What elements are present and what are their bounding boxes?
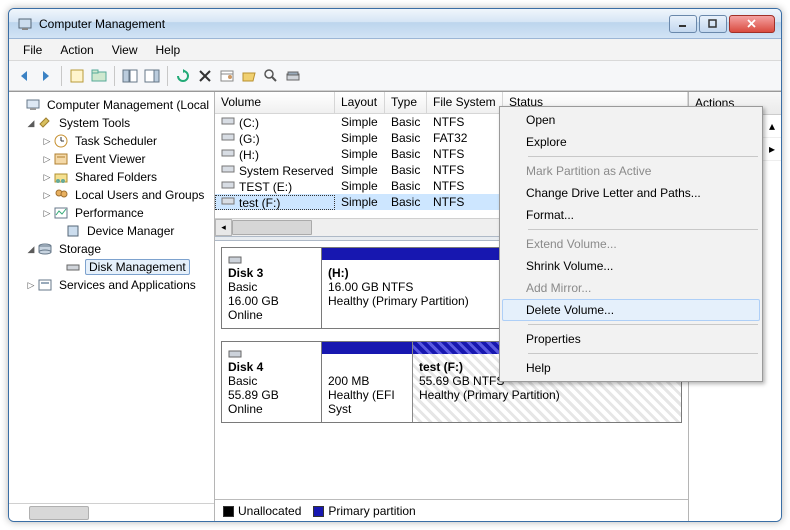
menubar: File Action View Help (9, 39, 781, 61)
tools-icon (37, 115, 53, 131)
maximize-button[interactable] (699, 15, 727, 33)
show-hide-actions-icon[interactable] (143, 67, 161, 85)
forward-icon[interactable] (37, 67, 55, 85)
drive-icon (221, 179, 235, 191)
expand-icon[interactable]: ▷ (25, 280, 37, 291)
tree-scrollbar[interactable] (9, 503, 214, 521)
expand-icon[interactable]: ▷ (41, 154, 53, 165)
services-icon (37, 277, 53, 293)
expand-collapse-icon[interactable]: ◢ (25, 244, 37, 255)
expand-icon[interactable]: ▷ (41, 190, 53, 201)
close-button[interactable] (729, 15, 775, 33)
menu-view[interactable]: View (104, 41, 146, 59)
legend: Unallocated Primary partition (215, 499, 688, 521)
drive-icon (221, 131, 235, 143)
drive-icon (221, 195, 235, 207)
folder-share-icon (53, 169, 69, 185)
settings-icon[interactable] (218, 67, 236, 85)
menu-format[interactable]: Format... (502, 204, 760, 226)
disk-info[interactable]: Disk 4 Basic 55.89 GB Online (222, 342, 322, 422)
menu-change-letter[interactable]: Change Drive Letter and Paths... (502, 182, 760, 204)
disk-device-icon (228, 348, 315, 360)
open-icon[interactable] (240, 67, 258, 85)
tree-storage[interactable]: ◢Storage (13, 240, 214, 258)
tree-event-viewer[interactable]: ▷Event Viewer (13, 150, 214, 168)
back-icon[interactable] (15, 67, 33, 85)
drive-icon (221, 163, 235, 175)
disk-info[interactable]: Disk 3 Basic 16.00 GB Online (222, 248, 322, 328)
event-icon (53, 151, 69, 167)
delete-icon[interactable] (196, 67, 214, 85)
expand-collapse-icon[interactable]: ◢ (25, 118, 37, 129)
center-pane: Volume Layout Type File System Status (C… (215, 92, 689, 521)
tree-shared-folders[interactable]: ▷Shared Folders (13, 168, 214, 186)
tree-system-tools[interactable]: ◢ System Tools (13, 114, 214, 132)
menu-file[interactable]: File (15, 41, 50, 59)
context-menu: Open Explore Mark Partition as Active Ch… (499, 106, 763, 382)
menu-action[interactable]: Action (52, 41, 101, 59)
refresh-icon[interactable] (174, 67, 192, 85)
computer-icon (25, 97, 41, 113)
col-fs[interactable]: File System (427, 92, 503, 113)
menu-help[interactable]: Help (148, 41, 189, 59)
menu-properties[interactable]: Properties (502, 328, 760, 350)
storage-icon (37, 241, 53, 257)
navigation-tree: Computer Management (Local ◢ System Tool… (9, 92, 215, 521)
chevron-up-icon: ▴ (769, 119, 775, 133)
tree-performance[interactable]: ▷Performance (13, 204, 214, 222)
tree-disk-management[interactable]: Disk Management (13, 258, 214, 276)
window-title: Computer Management (39, 17, 667, 31)
menu-add-mirror: Add Mirror... (502, 277, 760, 299)
drive-icon (221, 115, 235, 127)
expand-icon[interactable]: ▷ (41, 208, 53, 219)
users-icon (53, 187, 69, 203)
explorer-icon[interactable] (90, 67, 108, 85)
tree-local-users[interactable]: ▷Local Users and Groups (13, 186, 214, 204)
expand-icon[interactable]: ▷ (41, 136, 53, 147)
menu-open[interactable]: Open (502, 109, 760, 131)
menu-delete-volume[interactable]: Delete Volume... (502, 299, 760, 321)
menu-mark-active: Mark Partition as Active (502, 160, 760, 182)
tree-services[interactable]: ▷Services and Applications (13, 276, 214, 294)
menu-explore[interactable]: Explore (502, 131, 760, 153)
menu-help[interactable]: Help (502, 357, 760, 379)
expand-icon[interactable]: ▷ (41, 172, 53, 183)
disk-icon[interactable] (284, 67, 302, 85)
device-icon (65, 223, 81, 239)
clock-icon (53, 133, 69, 149)
properties-icon[interactable] (68, 67, 86, 85)
tree-root[interactable]: Computer Management (Local (13, 96, 214, 114)
col-type[interactable]: Type (385, 92, 427, 113)
col-layout[interactable]: Layout (335, 92, 385, 113)
drive-icon (221, 147, 235, 159)
find-icon[interactable] (262, 67, 280, 85)
app-icon (17, 16, 33, 32)
disk-mgmt-icon (65, 259, 81, 275)
disk-device-icon (228, 254, 315, 266)
performance-icon (53, 205, 69, 221)
minimize-button[interactable] (669, 15, 697, 33)
menu-extend: Extend Volume... (502, 233, 760, 255)
col-volume[interactable]: Volume (215, 92, 335, 113)
toolbar (9, 61, 781, 91)
chevron-right-icon: ▸ (769, 142, 775, 156)
partition[interactable]: 200 MB Healthy (EFI Syst (322, 342, 412, 422)
tree-device-manager[interactable]: Device Manager (13, 222, 214, 240)
computer-management-window: Computer Management File Action View Hel… (8, 8, 782, 522)
menu-shrink[interactable]: Shrink Volume... (502, 255, 760, 277)
tree-task-scheduler[interactable]: ▷Task Scheduler (13, 132, 214, 150)
titlebar[interactable]: Computer Management (9, 9, 781, 39)
show-hide-tree-icon[interactable] (121, 67, 139, 85)
